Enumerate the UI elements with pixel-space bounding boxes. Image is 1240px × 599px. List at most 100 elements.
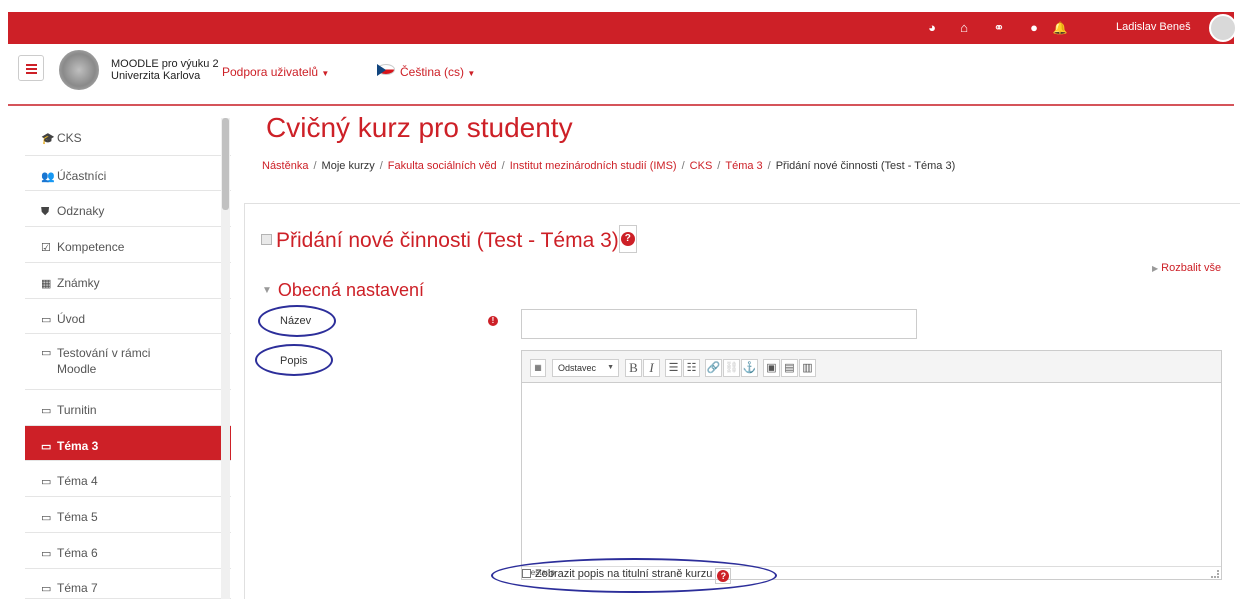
support-menu-label: Podpora uživatelů [222, 65, 319, 79]
breadcrumb-item[interactable]: CKS [690, 160, 713, 172]
sidebar-scrollbar[interactable] [221, 118, 230, 599]
language-menu[interactable]: Čeština (cs) ▼ [400, 65, 475, 79]
top-navbar: ◕ ⌂ ⚭ ● 🔔 Ladislav Beneš [8, 12, 1237, 44]
show-description-label[interactable]: Zobrazit popis na titulní straně kurzu [535, 568, 712, 580]
folder-icon: ▭ [41, 347, 52, 359]
editor-toolbar: ▦ Odstavec ▼ B I ☰ ☷ 🔗 ⛓ ⚓ ▣ ▤ ▥ [522, 351, 1221, 383]
site-name-line2: Univerzita Karlova [111, 70, 201, 82]
sidebar-item-label: Testování v rámci Moodle [57, 346, 151, 376]
highlight-circle [255, 344, 333, 376]
folder-icon: ▭ [41, 583, 52, 595]
highlight-circle [258, 305, 336, 337]
dashboard-icon[interactable]: ◕ [924, 20, 940, 36]
sidebar-item-label: Turnitin [57, 403, 97, 417]
breadcrumb-item[interactable]: Moje kurzy [322, 160, 375, 172]
folder-icon: ▭ [41, 548, 52, 560]
paragraph-select[interactable]: Odstavec ▼ [552, 359, 619, 377]
avatar[interactable] [1209, 14, 1237, 42]
breadcrumb-separator: / [313, 160, 317, 172]
sidebar-item-label: Úvod [57, 312, 86, 326]
sidebar-item-label: Známky [57, 276, 100, 290]
users-icon: 👥 [41, 171, 55, 183]
site-name[interactable]: MOODLE pro výuku 2 Univerzita Karlova [111, 58, 219, 82]
sidebar-item-tema-4[interactable]: ▭ Téma 4 [25, 461, 231, 497]
breadcrumb-item[interactable]: Fakulta sociálních věd [388, 160, 497, 172]
sidebar-item-label: Odznaky [57, 204, 105, 218]
sidebar-item-competencies[interactable]: ☑ Kompetence [25, 227, 231, 263]
site-header: MOODLE pro výuku 2 Univerzita Karlova Po… [8, 44, 1234, 106]
numbered-list-icon[interactable]: ☷ [683, 359, 700, 377]
site-name-line1: MOODLE pro výuku 2 [111, 58, 219, 70]
media-icon[interactable]: ▤ [781, 359, 798, 377]
language-menu-label: Čeština (cs) [400, 65, 465, 79]
sidebar-item-testing[interactable]: ▭ Testování v rámci Moodle [25, 334, 231, 390]
sidebar-item-label: Téma 6 [57, 546, 98, 560]
breadcrumb-separator: / [767, 160, 771, 172]
support-menu[interactable]: Podpora uživatelů ▼ [222, 65, 329, 79]
sidebar-item-tema-3[interactable]: ▭ Téma 3 [25, 426, 231, 461]
quiz-icon [261, 234, 272, 245]
sidebar-item-intro[interactable]: ▭ Úvod [25, 299, 231, 334]
expand-all-link[interactable]: ▶ Rozbalit vše [1152, 262, 1221, 274]
breadcrumb-item[interactable]: Téma 3 [725, 160, 762, 172]
graduation-cap-icon: 🎓 [41, 133, 55, 145]
chat-icon[interactable]: ● [1026, 20, 1042, 36]
unlink-icon[interactable]: ⛓ [723, 359, 740, 377]
toolbar-toggle-icon[interactable]: ▦ [530, 359, 546, 377]
show-description-row: Zobrazit popis na titulní straně kurzu ? [522, 568, 732, 585]
bold-icon[interactable]: B [625, 359, 642, 377]
link-icon[interactable]: 🔗 [705, 359, 722, 377]
breadcrumb-separator: / [379, 160, 383, 172]
sidebar-item-tema-5[interactable]: ▭ Téma 5 [25, 497, 231, 533]
name-input[interactable] [521, 309, 917, 339]
expand-all-label: Rozbalit vše [1161, 262, 1222, 274]
bullet-list-icon[interactable]: ☰ [665, 359, 682, 377]
sidebar-item-participants[interactable]: 👥 Účastníci [25, 156, 231, 191]
sidebar-item-tema-6[interactable]: ▭ Téma 6 [25, 533, 231, 569]
shield-icon: ⛊ [41, 206, 50, 218]
required-icon: ! [488, 316, 498, 326]
breadcrumb-current: Přidání nové činnosti (Test - Téma 3) [775, 160, 956, 172]
help-button[interactable]: ? [618, 225, 637, 253]
folder-icon: ▭ [41, 441, 52, 453]
sidebar-item-turnitin[interactable]: ▭ Turnitin [25, 390, 231, 426]
question-icon: ? [717, 570, 730, 583]
image-icon[interactable]: ▣ [763, 359, 780, 377]
breadcrumb-item[interactable]: Institut mezinárodních studií (IMS) [510, 160, 677, 172]
breadcrumb-item[interactable]: Nástěnka [262, 160, 308, 172]
sidebar-item-tema-7[interactable]: ▭ Téma 7 [25, 569, 231, 599]
sidebar-item-cks[interactable]: 🎓 CKS [25, 118, 231, 156]
menu-toggle-button[interactable] [18, 55, 44, 81]
file-icon[interactable]: ▥ [799, 359, 816, 377]
question-icon: ? [620, 232, 635, 247]
network-icon[interactable]: ⚭ [991, 20, 1007, 36]
italic-icon[interactable]: I [643, 359, 660, 377]
sidebar-item-grades[interactable]: ▦ Známky [25, 263, 231, 299]
sidebar-item-label: Téma 3 [57, 439, 99, 453]
description-editor: ▦ Odstavec ▼ B I ☰ ☷ 🔗 ⛓ ⚓ ▣ ▤ ▥ Cesta: p [521, 350, 1222, 580]
sidebar-item-label: Téma 4 [57, 474, 98, 488]
sidebar-item-label: Téma 7 [57, 581, 98, 595]
home-icon[interactable]: ⌂ [956, 20, 972, 36]
folder-icon: ▭ [41, 512, 52, 524]
section-general-settings[interactable]: ▼ Obecná nastavení [262, 280, 424, 301]
page-title: Cvičný kurz pro studenty [266, 112, 573, 143]
anchor-icon[interactable]: ⚓ [741, 359, 758, 377]
sidebar-item-badges[interactable]: ⛊ Odznaky [25, 191, 231, 227]
help-button[interactable]: ? [715, 568, 732, 585]
paragraph-select-value: Odstavec [558, 363, 597, 373]
user-name[interactable]: Ladislav Beneš [1116, 21, 1191, 33]
show-description-checkbox[interactable] [522, 569, 531, 578]
caret-right-icon: ▶ [1152, 264, 1159, 273]
bell-icon[interactable]: 🔔 [1052, 20, 1068, 36]
caret-down-icon: ▼ [262, 285, 272, 296]
resize-handle[interactable] [1211, 570, 1219, 578]
editor-content-area[interactable] [522, 384, 1221, 566]
scrollbar-thumb[interactable] [222, 118, 229, 210]
activity-title: Přidání nové činnosti (Test - Téma 3)? [261, 225, 637, 253]
chevron-down-icon: ▼ [607, 364, 614, 371]
university-logo[interactable] [59, 50, 99, 90]
activity-title-text: Přidání nové činnosti (Test - Téma 3) [276, 229, 619, 252]
chevron-down-icon: ▼ [467, 69, 476, 78]
breadcrumb-separator: / [501, 160, 505, 172]
